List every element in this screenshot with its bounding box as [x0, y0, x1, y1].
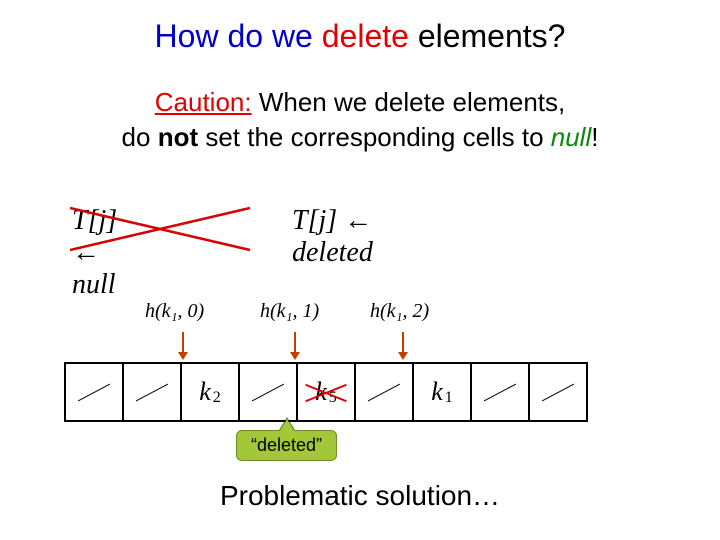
- cell-k5-deleted: k5: [298, 364, 356, 420]
- hash-label-2: h(k₁, 2): [370, 300, 429, 323]
- footer-text: Problematic solution…: [0, 480, 720, 512]
- hash-label-1: h(k₁, 1): [260, 300, 319, 323]
- cell-k1: k1: [414, 364, 472, 420]
- empty-cell: [472, 364, 530, 420]
- empty-cell: [240, 364, 298, 420]
- title-part2: delete: [322, 18, 409, 54]
- arrow-down-icon: [402, 332, 404, 354]
- arrow-down-icon: [182, 332, 184, 354]
- caution-label: Caution:: [155, 87, 252, 117]
- deleted-callout: “deleted”: [236, 430, 337, 461]
- title-part3: elements?: [418, 18, 566, 54]
- empty-cell: [356, 364, 414, 420]
- empty-cell: [66, 364, 124, 420]
- hash-table: k2 k5 k1: [64, 362, 588, 422]
- formula-deleted: T[j] ← deleted: [292, 205, 373, 269]
- formula-null: T[j] ← null: [72, 205, 117, 301]
- slide-title: How do we delete elements?: [0, 0, 720, 55]
- title-part1: How do we: [155, 18, 313, 54]
- empty-cell: [124, 364, 182, 420]
- hash-label-0: h(k₁, 0): [145, 300, 204, 323]
- arrow-down-icon: [294, 332, 296, 354]
- caution-text: Caution: When we delete elements, do not…: [0, 85, 720, 155]
- empty-cell: [530, 364, 586, 420]
- cell-k2: k2: [182, 364, 240, 420]
